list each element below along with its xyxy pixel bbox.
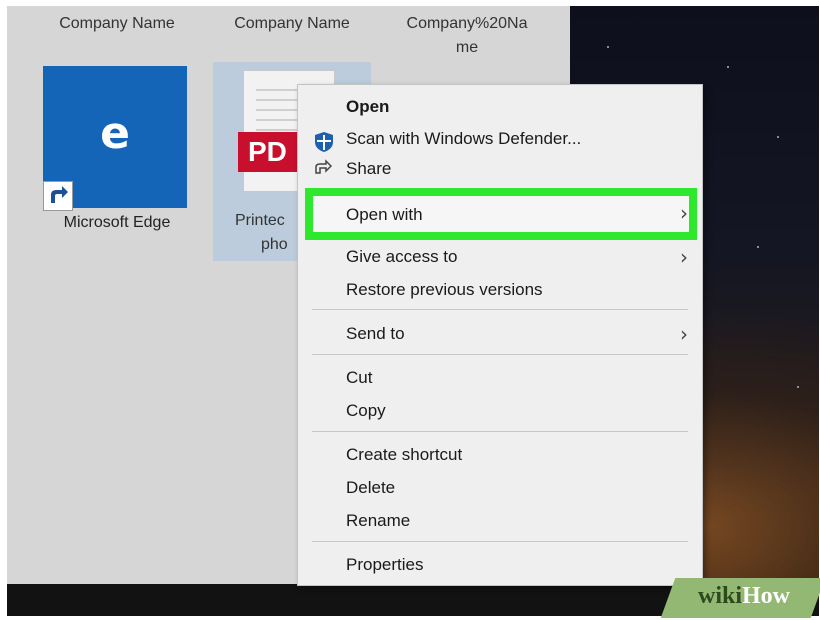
pdf-label-line1: Printec [235, 212, 285, 229]
menu-item-copy-label: Copy [346, 401, 386, 420]
wikihow-wiki: wiki [698, 583, 743, 609]
menu-item-properties[interactable]: Properties [298, 549, 702, 581]
wikihow-how: How [742, 583, 791, 609]
menu-item-create-shortcut[interactable]: Create shortcut [298, 439, 702, 471]
menu-item-restore-versions[interactable]: Restore previous versions [298, 274, 702, 306]
microsoft-edge-label: Microsoft Edge [63, 214, 171, 231]
shortcut-arrow-icon [43, 181, 73, 211]
menu-item-delete[interactable]: Delete [298, 472, 702, 504]
star [797, 386, 799, 388]
star [777, 136, 779, 138]
column-header-3[interactable]: Company%20Na me [392, 12, 542, 60]
column-header-3-line2: me [455, 39, 479, 56]
menu-item-scan-defender[interactable]: Scan with Windows Defender... [298, 123, 702, 155]
menu-item-restore-label: Restore previous versions [346, 280, 543, 299]
windows-defender-shield-icon [314, 131, 334, 153]
menu-item-rename-label: Rename [346, 511, 411, 530]
menu-item-send-to[interactable]: Send to › [298, 318, 702, 350]
menu-item-send-to-label: Send to [346, 324, 405, 343]
menu-separator [312, 309, 688, 310]
menu-item-delete-label: Delete [346, 478, 396, 497]
menu-item-cut[interactable]: Cut [298, 362, 702, 394]
chevron-right-icon: › [680, 245, 688, 269]
menu-item-share-label: Share [346, 159, 392, 175]
menu-separator [312, 541, 688, 542]
menu-item-create-shortcut-label: Create shortcut [346, 445, 463, 464]
screenshot-frame: Company Name Company Name Company%20Na m… [7, 6, 819, 616]
star [757, 246, 759, 248]
column-header-3-line1: Company%20Na [406, 15, 528, 32]
menu-item-properties-label: Properties [346, 555, 424, 574]
menu-item-open-with[interactable]: Open with › [298, 197, 702, 231]
menu-item-copy[interactable]: Copy [298, 395, 702, 427]
chevron-right-icon: › [680, 322, 688, 346]
menu-item-open-label: Open [346, 97, 390, 116]
menu-item-scan-label: Scan with Windows Defender... [346, 129, 582, 148]
star [727, 66, 729, 68]
column-header-1[interactable]: Company Name [37, 12, 197, 36]
wikihow-watermark: wikiHow [698, 583, 790, 610]
menu-item-rename[interactable]: Rename [298, 505, 702, 537]
menu-item-open[interactable]: Open [298, 91, 702, 123]
chevron-right-icon: › [680, 201, 688, 225]
microsoft-edge-icon: e [100, 108, 130, 159]
share-icon [314, 159, 333, 175]
pdf-label-line2: pho [261, 236, 288, 253]
menu-item-open-with-label: Open with [346, 205, 423, 224]
context-menu: Open Scan with Windows Defender... Share… [297, 84, 703, 586]
menu-item-give-access[interactable]: Give access to › [298, 241, 702, 273]
column-header-2[interactable]: Company Name [212, 12, 372, 36]
menu-item-give-access-label: Give access to [346, 247, 458, 266]
star [607, 46, 609, 48]
menu-item-share[interactable]: Share [298, 153, 702, 175]
menu-separator [312, 431, 688, 432]
menu-separator [312, 354, 688, 355]
menu-item-cut-label: Cut [346, 368, 373, 387]
